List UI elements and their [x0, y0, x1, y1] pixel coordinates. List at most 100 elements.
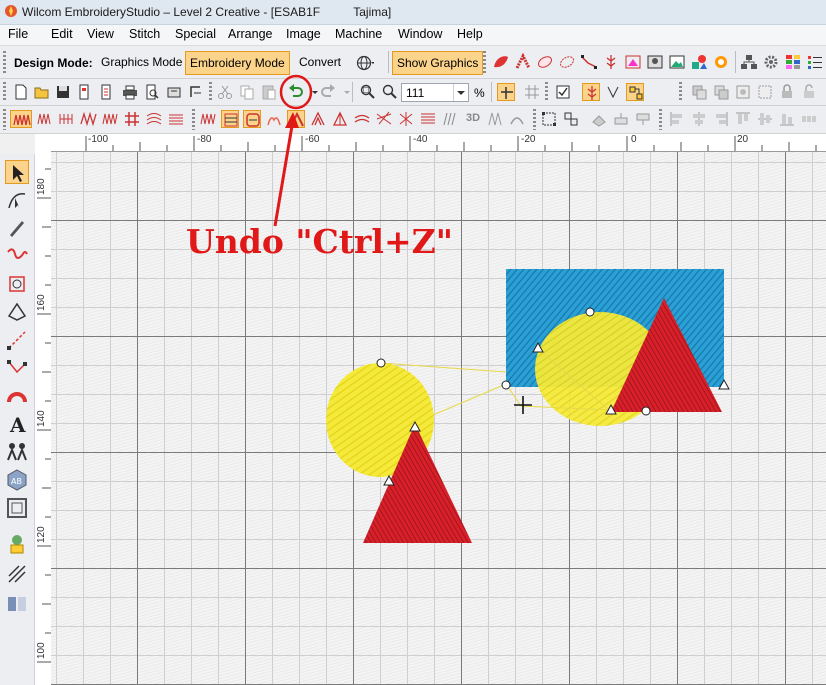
- menu-machine[interactable]: Machine: [335, 27, 382, 41]
- globe-icon[interactable]: [356, 54, 374, 72]
- embroidery-mode-button[interactable]: Embroidery Mode: [185, 51, 290, 75]
- align-right-icon[interactable]: [712, 110, 730, 128]
- split-satin-icon[interactable]: [57, 110, 75, 128]
- contour-fill-icon[interactable]: [167, 110, 185, 128]
- fractional-spacing-icon[interactable]: [331, 110, 349, 128]
- cross-stitch-icon[interactable]: [123, 110, 141, 128]
- save-icon[interactable]: [54, 83, 72, 101]
- send-machine-icon[interactable]: [165, 83, 183, 101]
- auto-digitize-icon[interactable]: [5, 272, 29, 296]
- distribute-icon[interactable]: [800, 110, 818, 128]
- grid-toggle-icon[interactable]: [523, 83, 541, 101]
- list-color-icon[interactable]: [806, 53, 824, 71]
- stitch-player-icon[interactable]: [187, 83, 205, 101]
- cut-icon[interactable]: [216, 83, 234, 101]
- combine-icon[interactable]: [690, 83, 708, 101]
- dashed-outline-icon[interactable]: [558, 53, 576, 71]
- menu-arrange[interactable]: Arrange: [228, 27, 272, 41]
- photo-stitch-icon[interactable]: [646, 53, 664, 71]
- menu-special[interactable]: Special: [175, 27, 216, 41]
- pattern-fill-icon[interactable]: [101, 110, 119, 128]
- copy-icon[interactable]: [238, 83, 256, 101]
- lock-icon[interactable]: [778, 83, 796, 101]
- show-stitches-icon[interactable]: [582, 83, 600, 101]
- zoom-icon[interactable]: [381, 83, 399, 101]
- checkbox-icon[interactable]: [554, 83, 572, 101]
- toolbar-grip[interactable]: [3, 109, 6, 130]
- align-top-icon[interactable]: [734, 110, 752, 128]
- unlock-icon[interactable]: [800, 83, 818, 101]
- trim-icon[interactable]: [353, 110, 371, 128]
- settings-icon[interactable]: [762, 53, 780, 71]
- print-icon[interactable]: [121, 83, 139, 101]
- design-library-icon[interactable]: [5, 532, 29, 556]
- applique-icon[interactable]: [5, 384, 29, 408]
- align-bottom-icon[interactable]: [778, 110, 796, 128]
- align-left-icon[interactable]: [668, 110, 686, 128]
- export-icon[interactable]: [76, 83, 94, 101]
- stitch-length-icon[interactable]: [375, 110, 393, 128]
- shapes-icon[interactable]: [690, 53, 708, 71]
- menu-help[interactable]: Help: [457, 27, 483, 41]
- 3d-icon[interactable]: 3D: [466, 112, 480, 124]
- menu-stitch[interactable]: Stitch: [129, 27, 160, 41]
- align-center-icon[interactable]: [690, 110, 708, 128]
- connectors-icon[interactable]: [626, 83, 644, 101]
- border-frame-icon[interactable]: [5, 496, 29, 520]
- color-wheel-icon[interactable]: [712, 53, 730, 71]
- edge-walk-icon[interactable]: [243, 110, 261, 128]
- redo-button[interactable]: [319, 83, 337, 101]
- wave-fill-icon[interactable]: [145, 110, 163, 128]
- break-apart-icon[interactable]: [712, 83, 730, 101]
- run-tool-icon[interactable]: [5, 328, 29, 352]
- menu-image[interactable]: Image: [286, 27, 321, 41]
- monogram-icon[interactable]: AB: [5, 468, 29, 492]
- color-blend-icon[interactable]: [590, 110, 608, 128]
- pull-compensation-icon[interactable]: [265, 110, 283, 128]
- paste-icon[interactable]: [260, 83, 278, 101]
- toolbar-grip[interactable]: [209, 82, 212, 102]
- satin-fill-icon[interactable]: [514, 53, 532, 71]
- needle-points-icon[interactable]: [604, 83, 622, 101]
- ungroup-icon[interactable]: [756, 83, 774, 101]
- undo-button[interactable]: [287, 83, 305, 101]
- lettering-icon[interactable]: A: [5, 412, 29, 436]
- team-names-icon[interactable]: [5, 440, 29, 464]
- toolbar-grip[interactable]: [483, 51, 486, 73]
- mirror-icon[interactable]: [5, 592, 29, 616]
- leaf-shape-icon[interactable]: [492, 53, 510, 71]
- lock-stitch-icon[interactable]: [397, 110, 415, 128]
- freehand-icon[interactable]: [5, 244, 29, 268]
- curved-fill-icon[interactable]: [508, 110, 526, 128]
- reshape-icon[interactable]: [562, 110, 580, 128]
- new-file-icon[interactable]: [12, 83, 30, 101]
- menu-view[interactable]: View: [87, 27, 114, 41]
- auto-split-icon[interactable]: [309, 110, 327, 128]
- feather-icon[interactable]: [602, 53, 620, 71]
- tatami-stitch-icon[interactable]: [35, 110, 53, 128]
- toolbar-grip[interactable]: [659, 109, 662, 130]
- toolbar-grip[interactable]: [192, 109, 195, 130]
- toolbar-grip[interactable]: [545, 82, 548, 102]
- program-split-icon[interactable]: [79, 110, 97, 128]
- auto-spacing-icon[interactable]: [287, 110, 305, 128]
- layer-down-icon[interactable]: [634, 110, 652, 128]
- layer-up-icon[interactable]: [612, 110, 630, 128]
- undo-dropdown-icon[interactable]: [306, 83, 318, 101]
- stitch-direction-icon[interactable]: [5, 562, 29, 586]
- zoom-dropdown-icon[interactable]: [453, 84, 468, 101]
- stitch-effect-icon[interactable]: [441, 110, 459, 128]
- toolbar-grip[interactable]: [679, 82, 682, 102]
- select-arrow-icon[interactable]: [5, 160, 29, 184]
- toolbar-grip[interactable]: [533, 109, 536, 130]
- manual-stitch-icon[interactable]: [5, 356, 29, 380]
- redo-dropdown-icon[interactable]: [338, 83, 350, 101]
- network-icon[interactable]: [740, 53, 758, 71]
- zoom-field[interactable]: 111: [401, 83, 469, 102]
- print-preview-icon[interactable]: [143, 83, 161, 101]
- toolbar-grip[interactable]: [3, 82, 6, 102]
- 3d-warp-icon[interactable]: [486, 110, 504, 128]
- zoom-box-icon[interactable]: [359, 83, 377, 101]
- menu-file[interactable]: File: [8, 27, 28, 41]
- design-info-icon[interactable]: [98, 83, 116, 101]
